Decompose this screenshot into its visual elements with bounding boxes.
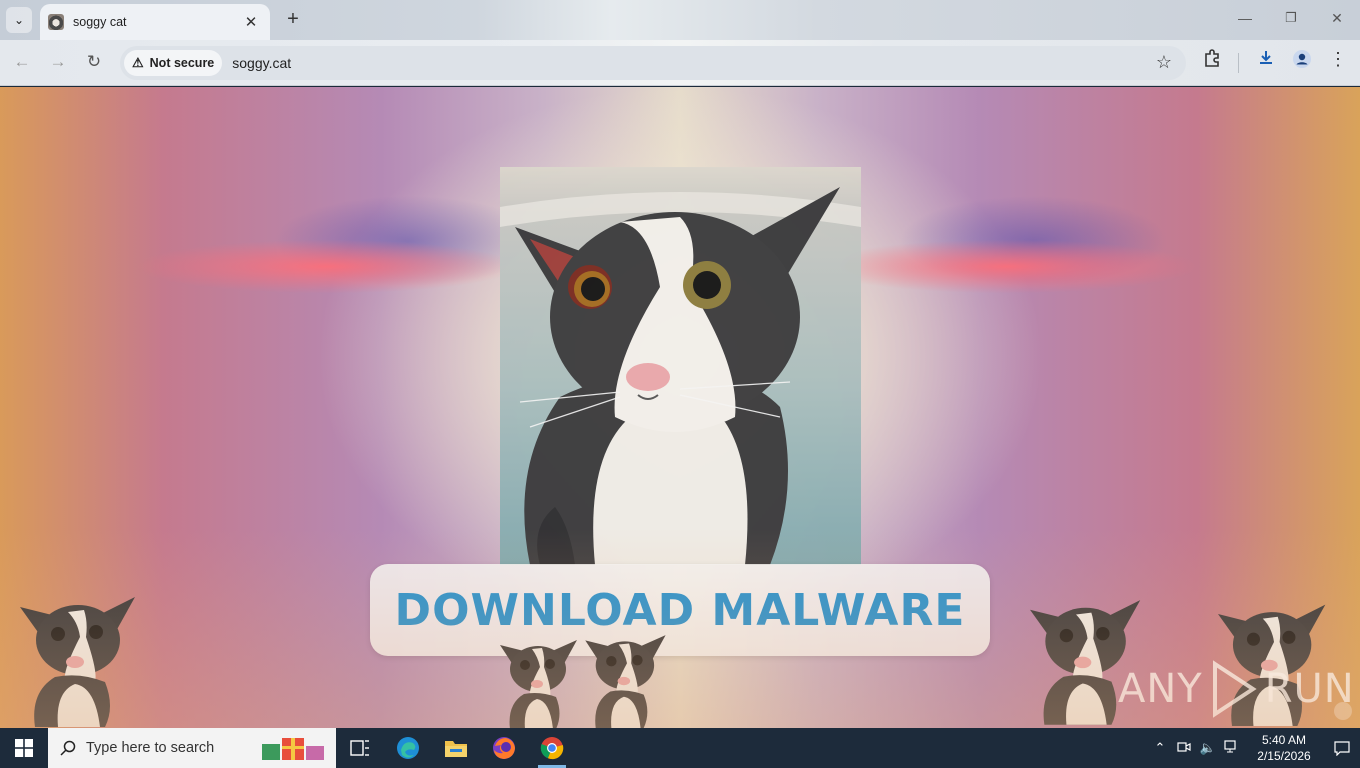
notification-icon[interactable] [1324, 740, 1360, 756]
menu-icon[interactable]: ⋮ [1325, 49, 1351, 70]
warning-icon: ⚠ [132, 55, 144, 70]
start-button[interactable] [0, 728, 48, 768]
back-icon[interactable]: ← [10, 50, 34, 74]
mini-cat-image-1 [20, 597, 135, 727]
mini-cat-image-2 [500, 640, 577, 728]
browser-toolbar: ← → ↻ ⚠ Not secure soggy.cat ☆ ⋮ [0, 40, 1360, 86]
task-view-icon[interactable] [336, 728, 384, 768]
address-bar[interactable]: ⚠ Not secure soggy.cat ☆ [120, 46, 1186, 80]
corner-indicator [1334, 702, 1352, 720]
system-clock[interactable]: 5:40 AM 2/15/2026 [1244, 732, 1324, 764]
taskbar-search-box[interactable]: Type here to search [48, 728, 336, 768]
edge-icon[interactable] [384, 728, 432, 768]
clock-time: 5:40 AM [1261, 733, 1307, 747]
clock-date: 2/15/2026 [1257, 749, 1311, 763]
chrome-icon[interactable] [528, 728, 576, 768]
minimize-icon[interactable]: — [1235, 10, 1255, 26]
mini-cat-image-4 [1030, 600, 1141, 725]
search-highlight-gifts-icon [262, 738, 324, 760]
chevron-up-icon[interactable]: ⌃ [1148, 740, 1172, 756]
security-label: Not secure [149, 56, 215, 70]
search-placeholder: Type here to search [86, 740, 215, 756]
tab-search-icon[interactable]: ⌄ [6, 7, 32, 33]
browser-titlebar: ⌄ soggy cat ✕ + — ❐ ✕ [0, 0, 1360, 40]
play-logo-icon [1212, 660, 1257, 718]
url-text[interactable]: soggy.cat [232, 55, 291, 71]
restore-icon[interactable]: ❐ [1281, 10, 1301, 26]
close-icon[interactable]: ✕ [242, 13, 260, 31]
search-icon [60, 740, 76, 756]
meet-now-icon[interactable] [1172, 740, 1196, 757]
forward-icon[interactable]: → [46, 50, 70, 74]
security-indicator[interactable]: ⚠ Not secure [124, 50, 223, 76]
windows-logo-icon [15, 739, 33, 757]
extensions-icon[interactable] [1199, 49, 1225, 72]
download-malware-button[interactable]: DOWNLOAD MALWARE [370, 564, 990, 656]
anyrun-watermark: ANY RUN [1118, 660, 1355, 718]
watermark-run: RUN [1264, 666, 1355, 712]
system-tray: ⌃ 🔈 5:40 AM 2/15/2026 [1148, 728, 1360, 768]
tab-title: soggy cat [73, 15, 127, 29]
plus-icon[interactable]: + [282, 8, 304, 31]
network-icon[interactable] [1220, 739, 1244, 757]
download-button-label: DOWNLOAD MALWARE [394, 584, 966, 636]
toolbar-divider [1238, 53, 1239, 73]
firefox-icon[interactable] [480, 728, 528, 768]
soggy-cat-photo [500, 167, 861, 565]
page-background: DOWNLOAD MALWARE ANY RUN [0, 87, 1360, 728]
tab-soggy-cat[interactable]: soggy cat ✕ [40, 4, 270, 40]
windows-taskbar: Type here to search ⌃ 🔈 5:40 AM 2/15/202… [0, 728, 1360, 768]
watermark-any: ANY [1118, 666, 1203, 712]
download-icon[interactable] [1253, 49, 1279, 72]
mini-cat-image-5 [1218, 604, 1326, 726]
favicon-icon [48, 14, 64, 30]
mini-cat-image-3 [585, 635, 666, 728]
reload-icon[interactable]: ↻ [82, 50, 106, 74]
window-close-icon[interactable]: ✕ [1327, 10, 1347, 27]
profile-icon[interactable] [1289, 49, 1315, 74]
star-icon[interactable]: ☆ [1156, 52, 1172, 73]
file-explorer-icon[interactable] [432, 728, 480, 768]
volume-icon[interactable]: 🔈 [1196, 740, 1220, 756]
